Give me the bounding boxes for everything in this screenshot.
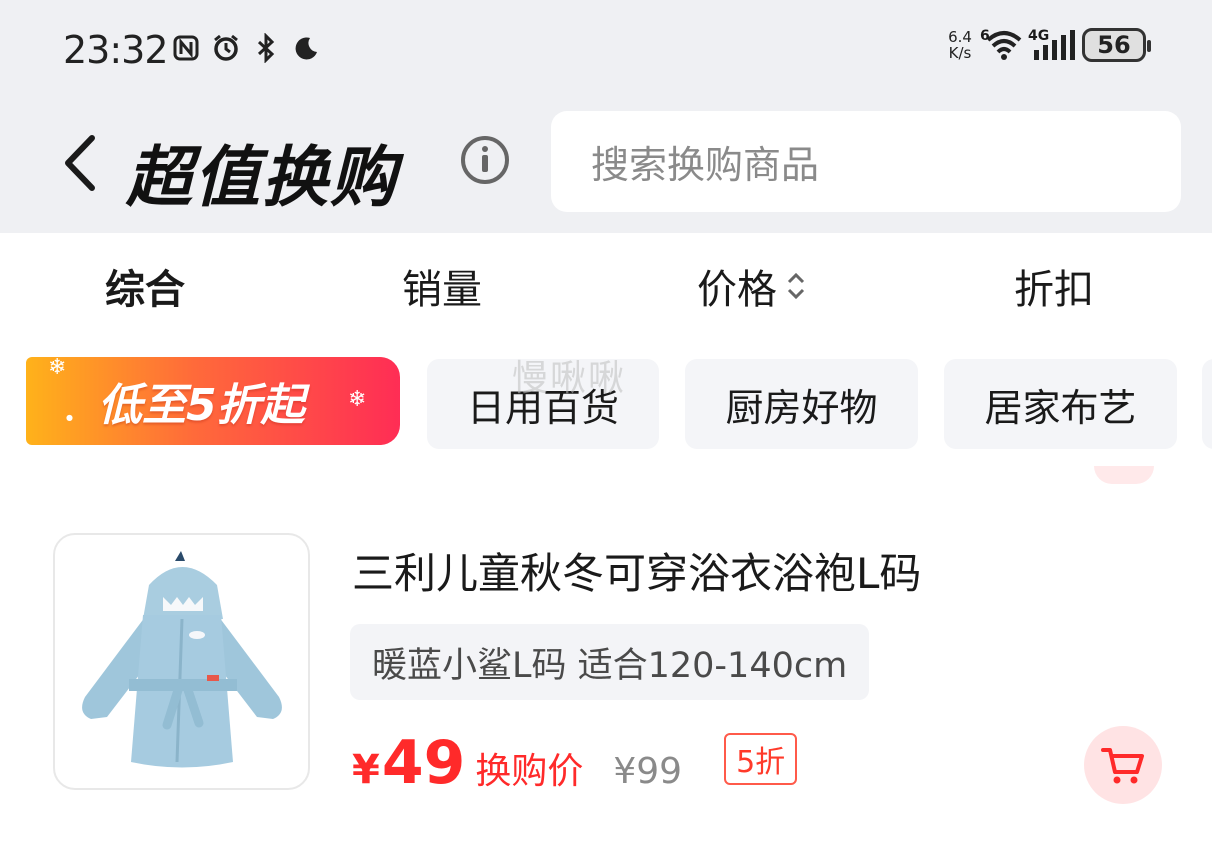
price-value: 49 (381, 728, 466, 798)
nfc-icon (170, 32, 202, 64)
product-image[interactable] (53, 533, 310, 790)
product-title[interactable]: 三利儿童秋冬可穿浴衣浴袍L码 (352, 540, 921, 601)
page-title: 超值换购 (126, 139, 398, 216)
promo-label: 低至5折起 (98, 380, 305, 431)
moon-icon (290, 32, 322, 64)
back-button[interactable] (55, 130, 105, 196)
sparkle-icon: ● (66, 413, 73, 422)
status-time: 23:32 (63, 28, 169, 72)
promo-chip[interactable]: ❄ ● 低至5折起 ❄ (26, 355, 400, 445)
price-row: ¥ 49 换购价 ¥99 5折 (352, 728, 798, 798)
tab-price[interactable]: 价格 (697, 257, 807, 315)
chip-kitchen[interactable]: 厨房好物 (685, 359, 918, 449)
variant-label: 暖蓝小鲨L码 适合120-140cm (350, 624, 870, 700)
search-placeholder: 搜索换购商品 (591, 143, 820, 187)
tab-comprehensive[interactable]: 综合 (105, 257, 185, 315)
header: 超值换购 搜索换购商品 (0, 100, 1212, 233)
discount-badge: 5折 (724, 733, 798, 785)
snowflake-icon: ❄ (48, 355, 67, 380)
chevron-left-icon (65, 135, 95, 191)
original-price: ¥99 (613, 751, 683, 792)
alarm-icon (210, 32, 242, 64)
product-card[interactable]: 三利儿童秋冬可穿浴衣浴袍L码 暖蓝小鲨L码 适合120-140cm ¥ 49 换… (0, 500, 1212, 820)
price-symbol: ¥ (352, 747, 380, 793)
status-right: 6.4 K/s 6 4G 56 (942, 28, 1151, 62)
bathrobe-image (81, 550, 282, 767)
status-bar: 23:32 6.4 K/s 6 4G 56 (0, 0, 1212, 100)
chip-home-textile[interactable]: 居家布艺 (944, 359, 1177, 449)
sort-bar: 综合 销量 价格 折扣 (0, 233, 1212, 333)
watermark: 慢啾啾 (512, 358, 627, 399)
sort-arrows-icon (787, 272, 805, 300)
wifi-icon: 6 (980, 28, 1024, 62)
search-input[interactable]: 搜索换购商品 (551, 111, 1181, 212)
snowflake-icon: ❄ (348, 387, 367, 412)
net-speed: 6.4 K/s (948, 28, 972, 62)
chip-overflow[interactable] (1202, 359, 1212, 449)
cart-icon (1101, 748, 1144, 784)
price-label: 换购价 (475, 751, 584, 792)
signal-icon: 4G (1028, 28, 1076, 62)
floating-badge-edge (1094, 466, 1154, 484)
status-icons-left (170, 32, 322, 64)
battery-icon: 56 (1082, 28, 1151, 62)
tab-discount[interactable]: 折扣 (1014, 257, 1094, 315)
bluetooth-icon (250, 32, 282, 64)
category-chips: ❄ ● 低至5折起 ❄ 日用百货 厨房好物 居家布艺 慢啾啾 (0, 355, 1212, 451)
add-to-cart-button[interactable] (1084, 726, 1162, 804)
info-icon[interactable] (459, 134, 511, 186)
tab-sales[interactable]: 销量 (402, 257, 482, 315)
